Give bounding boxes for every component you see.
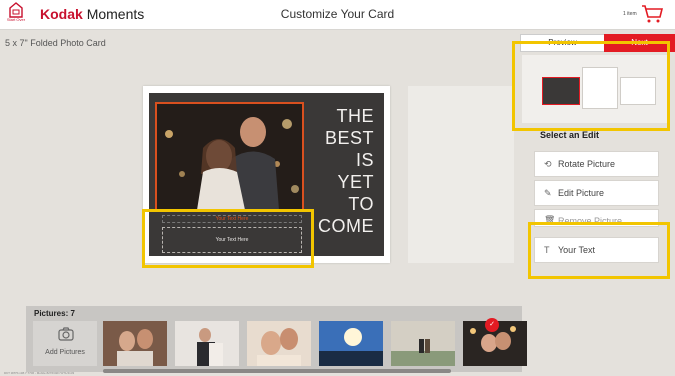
picture-thumbnail[interactable]: [175, 321, 239, 366]
thumbnail-inside[interactable]: [582, 67, 618, 109]
add-pictures-button[interactable]: Add Pictures: [33, 321, 97, 366]
camera-icon: [58, 327, 74, 341]
card-page-thumbnails: [522, 55, 670, 123]
home-icon: [9, 2, 23, 18]
card-front: Your Text Here Your Text Here THE BEST I…: [143, 86, 390, 263]
edit-picture-label: Edit Picture: [558, 188, 605, 198]
pictures-tray: Pictures: 7 Add Pictures: [26, 306, 527, 372]
your-text-button[interactable]: T Your Text: [534, 237, 659, 263]
quote-text: THE BEST IS YET TO COME: [318, 105, 374, 237]
edit-picture-button[interactable]: ✎ Edit Picture: [534, 180, 659, 206]
remove-picture-button[interactable]: 🗑 Remove Picture: [534, 209, 659, 227]
ghost-text-field: Your Text Here: [162, 215, 302, 223]
thumbnail-back[interactable]: [620, 77, 656, 105]
card-size-label: 5 x 7" Folded Photo Card: [5, 38, 106, 48]
brand-kodak: Kodak: [40, 6, 83, 22]
your-text-label: Your Text: [558, 245, 596, 255]
remove-picture-badge[interactable]: ✓: [485, 318, 499, 332]
next-button[interactable]: Next: [604, 34, 675, 52]
cart-icon[interactable]: [641, 4, 663, 24]
quote-line: BEST: [324, 128, 374, 148]
quote-line: COME: [318, 216, 374, 236]
picture-thumbnail[interactable]: [247, 321, 311, 366]
pictures-count: Pictures: 7: [34, 309, 75, 318]
rotate-picture-label: Rotate Picture: [558, 159, 616, 169]
quote-line: YET: [337, 172, 374, 192]
couple-photo-image: [157, 104, 302, 210]
card-photo[interactable]: [155, 102, 304, 212]
picture-thumbnail[interactable]: [319, 321, 383, 366]
select-edit-title: Select an Edit: [540, 130, 600, 140]
picture-thumbnail[interactable]: [103, 321, 167, 366]
brand-logo: Kodak Moments: [40, 6, 144, 22]
app-header: Start Over Kodak Moments Customize Your …: [0, 0, 675, 30]
brand-moments: Moments: [86, 6, 145, 22]
quote-line: THE: [336, 106, 374, 126]
picture-thumbnail[interactable]: [391, 321, 455, 366]
quote-line: IS: [355, 150, 374, 170]
start-over-label: Start Over: [6, 17, 26, 22]
card-inside-page: [408, 86, 514, 263]
text-icon: T: [544, 245, 550, 255]
quote-line: TO: [348, 194, 374, 214]
pictures-scrollbar[interactable]: [103, 369, 451, 373]
card-design: Your Text Here Your Text Here THE BEST I…: [149, 93, 384, 256]
rotate-icon: ⟲: [544, 158, 552, 169]
rotate-picture-button[interactable]: ⟲ Rotate Picture: [534, 151, 659, 177]
add-pictures-label: Add Pictures: [45, 349, 85, 356]
preview-button[interactable]: Preview: [520, 34, 605, 52]
remove-picture-label: Remove Picture: [558, 216, 623, 226]
cart-count: 1 item: [623, 11, 637, 17]
version-note: DKT 3PPS v38.7.7706 - Mobile 8276/32F73/…: [4, 371, 75, 375]
edit-icon: ✎: [544, 187, 552, 198]
trash-icon: 🗑: [544, 215, 556, 225]
start-over-button[interactable]: Start Over: [4, 2, 28, 28]
card-text-box[interactable]: Your Text Here: [162, 227, 302, 253]
thumbnail-front[interactable]: [542, 77, 580, 105]
